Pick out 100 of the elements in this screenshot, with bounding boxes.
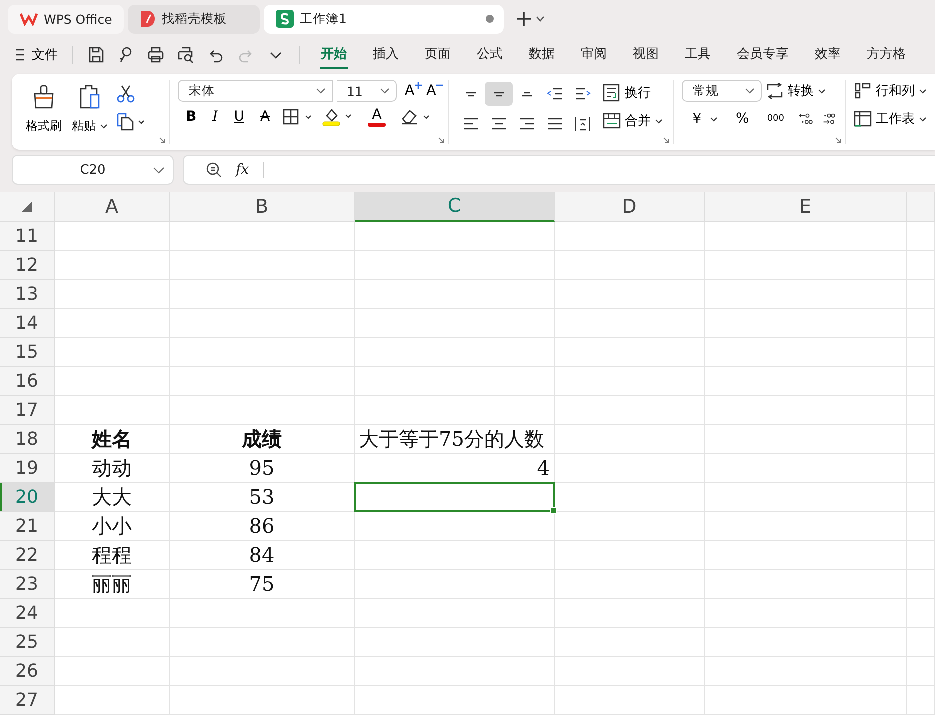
rows-columns-button[interactable]: 行和列 [854,80,927,102]
scissors-icon[interactable] [116,84,136,104]
ribbon-tab[interactable]: 开始 [308,40,360,70]
row-header[interactable]: 21 [0,512,55,541]
shrink-font-button[interactable]: A [422,81,440,101]
ribbon-tab[interactable]: 插入 [360,40,412,70]
row-header[interactable]: 20 [0,483,55,512]
name-box[interactable]: C20 [12,155,174,185]
borders-icon[interactable] [282,108,314,126]
printer-icon[interactable] [147,46,165,64]
save-icon[interactable] [87,46,105,64]
ribbon-tab[interactable]: 工具 [672,40,724,70]
document-tab[interactable]: WPS Office [8,4,124,34]
currency-button[interactable]: ￥ [686,108,722,130]
row-header[interactable]: 14 [0,309,55,338]
ribbon-tab[interactable]: 方方格 [854,40,919,70]
row-header[interactable]: 25 [0,628,55,657]
dialog-launcher-icon[interactable] [438,137,446,144]
ribbon-tab[interactable]: 公式 [464,40,516,70]
ribbon-tab[interactable]: 审阅 [568,40,620,70]
dialog-launcher-icon[interactable] [159,137,166,144]
ribbon-tab[interactable]: 页面 [412,40,464,70]
ribbon-tab[interactable]: 会员专享 [724,40,802,70]
table-cell[interactable]: 75 [170,570,355,599]
table-cell[interactable]: 程程 [55,541,170,570]
function-label[interactable]: fx [236,162,250,178]
dialog-launcher-icon[interactable] [835,137,842,144]
underline-button[interactable]: U [230,107,248,127]
table-cell[interactable]: 84 [170,541,355,570]
print-preview-icon[interactable] [177,46,195,64]
ribbon-tab[interactable]: 效率 [802,40,854,70]
table-cell[interactable]: 95 [170,454,355,483]
table-cell[interactable]: 成绩 [170,425,355,454]
row-header[interactable]: 12 [0,251,55,280]
percent-button[interactable]: % [732,109,754,129]
worksheet-button[interactable]: 工作表 [854,108,927,130]
row-header[interactable]: 27 [0,686,55,715]
row-header[interactable]: 24 [0,599,55,628]
row-header[interactable]: 18 [0,425,55,454]
convert-button[interactable]: 转换 [766,80,826,102]
minus-icon [436,82,444,89]
document-tab[interactable]: 找稻壳模板 [128,4,260,34]
row-header[interactable]: 16 [0,367,55,396]
row-header[interactable]: 17 [0,396,55,425]
menu-icon [16,49,26,61]
table-cell[interactable]: 小小 [55,512,170,541]
table-cell[interactable]: 丽丽 [55,570,170,599]
number-format-dropdown[interactable]: 常规 [682,80,762,102]
grow-font-button[interactable]: A [401,81,419,101]
column-header[interactable]: E [705,192,907,222]
chevron-down-icon [919,88,927,94]
chevron-down-icon [919,116,927,122]
table-cell[interactable]: 动动 [55,454,170,483]
chevron-down-icon[interactable] [536,16,545,22]
new-tab-icon[interactable] [516,11,532,27]
file-menu-button[interactable]: 文件 [10,46,64,64]
row-header[interactable]: 11 [0,222,55,251]
zoom-icon[interactable] [206,162,222,178]
wrap-text-icon [603,84,622,102]
ribbon-tab[interactable]: 数据 [516,40,568,70]
align-icon [519,118,536,130]
column-header[interactable]: D [555,192,705,222]
fill-color-icon[interactable] [322,107,354,127]
merge-cells-button[interactable]: 合并 [603,110,664,132]
table-cell[interactable]: 53 [170,483,355,512]
bold-button[interactable]: B [182,107,201,127]
chevron-down-icon [100,124,108,129]
format-painter-button[interactable]: 格式刷 [24,80,64,144]
align-button[interactable] [485,82,514,106]
column-header[interactable] [907,192,935,222]
strikethrough-button[interactable]: A [256,107,274,127]
italic-button[interactable]: I [208,107,222,127]
dialog-launcher-icon[interactable] [663,137,670,144]
paste-button[interactable]: 粘贴 [70,80,110,144]
align-icon [547,118,564,130]
row-header[interactable]: 22 [0,541,55,570]
align-icon [575,116,592,132]
row-header[interactable]: 15 [0,338,55,367]
formula-field[interactable]: fx [183,155,935,185]
row-header[interactable]: 26 [0,657,55,686]
table-cell[interactable]: 姓名 [55,425,170,454]
eraser-icon[interactable] [400,108,432,126]
ribbon-tab[interactable]: 视图 [620,40,672,70]
font-name-dropdown[interactable]: 宋体 [178,80,333,102]
select-all-icon[interactable] [21,201,33,213]
table-cell[interactable]: 86 [170,512,355,541]
document-tab[interactable]: 工作簿1 [264,4,504,34]
row-header[interactable]: 13 [0,280,55,309]
row-header[interactable]: 23 [0,570,55,599]
font-color-button[interactable]: A [362,108,392,126]
row-header[interactable]: 19 [0,454,55,483]
column-header[interactable]: C [355,192,555,222]
wrap-text-button[interactable]: 换行 [603,82,664,104]
column-header[interactable]: A [55,192,170,222]
font-size-dropdown[interactable]: 11 [337,80,397,102]
column-header[interactable]: B [170,192,355,222]
table-cell[interactable]: 大大 [55,483,170,512]
table-cell[interactable]: 4 [355,454,555,483]
copy-icon[interactable] [116,112,146,132]
thousands-separator-button[interactable]: 000 [763,112,788,126]
